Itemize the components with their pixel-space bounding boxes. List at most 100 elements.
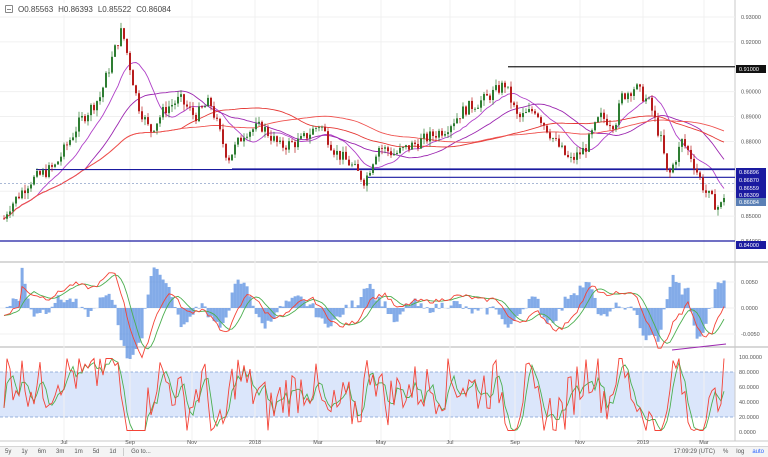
macd-histogram-bar <box>182 308 186 325</box>
candle-body <box>648 97 650 99</box>
macd-histogram-bar <box>608 308 612 312</box>
candle-body <box>639 84 641 87</box>
price-axis-tick: 0.85000 <box>741 214 761 220</box>
candle-body <box>321 126 323 128</box>
macd-histogram-bar <box>638 308 642 329</box>
candle-body <box>3 218 5 220</box>
candle-body <box>609 125 611 127</box>
candle-body <box>57 161 59 165</box>
candle-body <box>297 138 299 148</box>
candle-body <box>636 84 638 90</box>
candle-body <box>156 123 158 131</box>
candle-body <box>666 153 668 170</box>
auto-scale-toggle[interactable]: auto <box>748 447 768 457</box>
macd-histogram-bar <box>422 308 426 309</box>
candle-body <box>558 138 560 147</box>
bottom-toolbar: 5y 1y 6m 3m 1m 5d 1d Go to... 17:09:29 (… <box>0 446 768 457</box>
range-5d-button[interactable]: 5d <box>88 447 105 457</box>
range-3m-button[interactable]: 3m <box>51 447 69 457</box>
range-1y-button[interactable]: 1y <box>16 447 32 457</box>
candle-body <box>711 190 713 195</box>
macd-histogram-bar <box>533 296 537 308</box>
ohlc-legend: O0.85563 H0.86393 L0.85522 C0.86084 <box>3 3 173 15</box>
price-axis-tick: 0.90000 <box>741 90 761 96</box>
macd-histogram-bar <box>656 308 660 342</box>
candle-body <box>132 70 134 86</box>
macd-histogram-bar <box>5 306 9 308</box>
candle-body <box>690 149 692 159</box>
stochastic-axis-tick: 100.0000 <box>739 355 762 361</box>
log-scale-toggle[interactable]: log <box>732 447 748 457</box>
ohlc-open: O0.85563 <box>18 4 54 14</box>
candle-body <box>45 170 47 177</box>
macd-histogram-bar <box>419 303 423 308</box>
candle-body <box>663 135 665 154</box>
macd-histogram-bar <box>110 299 114 308</box>
candle-body <box>108 72 110 74</box>
macd-histogram-bar <box>71 301 75 308</box>
candle-body <box>129 52 131 71</box>
go-to-button[interactable]: Go to... <box>126 447 156 457</box>
range-1m-button[interactable]: 1m <box>69 447 87 457</box>
macd-histogram-bar <box>668 286 672 308</box>
macd-histogram-bar <box>11 298 15 308</box>
macd-histogram-bar <box>467 308 471 310</box>
macd-histogram-bar <box>485 308 489 315</box>
macd-histogram-bar <box>455 301 459 308</box>
candle-body <box>408 145 410 150</box>
candle-body <box>327 131 329 145</box>
macd-histogram-bar <box>632 308 636 311</box>
candle-body <box>426 133 428 142</box>
candle-body <box>183 94 185 105</box>
candle-body <box>378 147 380 157</box>
macd-histogram-bar <box>653 308 657 337</box>
macd-histogram-bar <box>488 307 492 308</box>
candle-body <box>480 100 482 108</box>
macd-histogram-bar <box>677 282 681 308</box>
candle-body <box>369 172 371 176</box>
candle-body <box>387 147 389 152</box>
percent-scale-toggle[interactable]: % <box>719 447 732 457</box>
candle-body <box>579 152 581 155</box>
candle-body <box>120 28 122 47</box>
candle-body <box>714 194 716 210</box>
candle-body <box>309 134 311 139</box>
stochastic-axis-tick: 20.0000 <box>739 415 759 421</box>
macd-histogram-bar <box>128 308 132 359</box>
macd-histogram-bar <box>389 308 393 315</box>
candle-body <box>51 165 53 167</box>
range-6m-button[interactable]: 6m <box>33 447 51 457</box>
macd-histogram-bar <box>44 308 48 314</box>
macd-histogram-bar <box>542 308 546 318</box>
candle-body <box>708 190 710 193</box>
symbol-icon[interactable] <box>5 5 13 13</box>
candle-body <box>288 141 290 150</box>
macd-histogram-bar <box>341 308 345 315</box>
candle-body <box>216 117 218 119</box>
candle-body <box>585 148 587 152</box>
macd-histogram-bar <box>311 303 315 308</box>
range-1d-button[interactable]: 1d <box>104 447 121 457</box>
macd-histogram-bar <box>452 300 456 308</box>
candle-body <box>492 89 494 101</box>
macd-histogram-bar <box>554 308 558 321</box>
chart-area[interactable]: 0.93000 0.92000 0.90000 0.89000 0.88000 0.860… <box>0 0 768 457</box>
macd-histogram-bar <box>494 308 498 310</box>
candle-body <box>366 175 368 186</box>
macd-histogram-bar <box>86 308 90 317</box>
macd-histogram-bar <box>515 308 519 316</box>
candle-body <box>474 108 476 110</box>
macd-histogram-bar <box>626 307 630 308</box>
candle-body <box>204 106 206 108</box>
price-pane[interactable] <box>0 0 735 261</box>
range-5y-button[interactable]: 5y <box>0 447 16 457</box>
candle-body <box>669 169 671 173</box>
toolbar-separator <box>123 448 125 456</box>
macd-histogram-bar <box>434 303 438 308</box>
macd-histogram-bar <box>491 306 495 308</box>
macd-histogram-bar <box>449 305 453 308</box>
candle-body <box>468 100 470 115</box>
macd-histogram-bar <box>356 305 360 308</box>
candle-body <box>303 133 305 137</box>
candle-body <box>678 146 680 162</box>
